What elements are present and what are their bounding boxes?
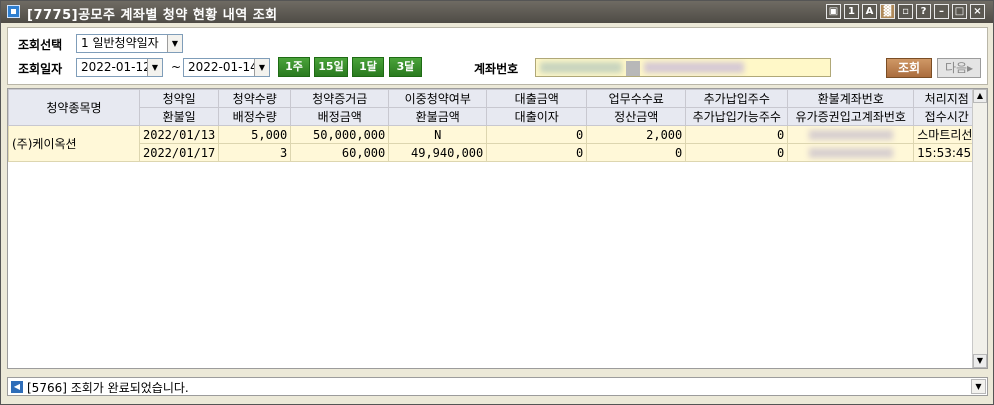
account-number-field[interactable] [535,58,831,77]
col-header[interactable]: 접수시간 [913,107,981,126]
col-header[interactable]: 대출이자 [486,107,588,126]
table-cell[interactable]: 5,000 [218,125,292,144]
table-row[interactable]: 2022/01/17 3 60,000 49,940,000 0 0 0 15:… [9,143,981,162]
table-cell[interactable]: 50,000,000 [290,125,390,144]
result-grid: 청약종목명 청약일 청약수량 청약증거금 이중청약여부 대출금액 업무수수료 추… [7,88,988,369]
redacted-value [808,148,893,158]
one-icon[interactable]: 1 [844,4,859,19]
period-1week-button[interactable]: 1주 [278,57,310,77]
stock-name-cell[interactable]: (주)케이옥션 [8,125,140,162]
col-header[interactable]: 배정금액 [290,107,390,126]
period-3months-button[interactable]: 3달 [389,57,422,77]
table-cell[interactable]: 2022/01/13 [138,125,220,144]
table-cell[interactable]: 0 [586,143,687,162]
col-header-stock-name[interactable]: 청약종목명 [8,89,140,126]
screen-icon[interactable]: ▣ [826,4,841,19]
table-cell[interactable]: 2,000 [586,125,687,144]
table-cell[interactable]: 2022/01/17 [138,143,220,162]
font-icon[interactable]: A [862,4,877,19]
vertical-scrollbar[interactable]: ▲ ▼ [972,89,987,368]
col-header[interactable]: 추가납입가능주수 [685,107,789,126]
query-type-value: 1 일반청약일자 [81,36,159,50]
table-cell[interactable]: N [388,125,488,144]
table-cell[interactable]: 60,000 [290,143,390,162]
redacted-cell[interactable] [787,125,915,144]
table-row[interactable]: (주)케이옥션 2022/01/13 5,000 50,000,000 N 0 … [8,125,981,162]
account-label: 계좌번호 [474,62,519,76]
status-message: [5766] 조회가 완료되었습니다. [27,381,189,395]
table-cell[interactable]: 0 [685,125,789,144]
chevron-down-icon[interactable]: ▼ [167,35,182,52]
calendar-dropdown-icon[interactable]: ▼ [147,59,162,76]
link-icon[interactable]: ▫ [898,4,913,19]
period-15days-button[interactable]: 15일 [314,57,348,77]
header-row-1: 청약종목명 청약일 청약수량 청약증거금 이중청약여부 대출금액 업무수수료 추… [8,89,981,126]
title-bar: [7775]공모주 계좌별 청약 현황 내역 조회 ▣ 1 A ▓ ▫ ? – … [1,1,993,23]
next-button[interactable]: 다음▸ [937,58,981,78]
date-to-input[interactable]: 2022-01-14 ▼ [183,58,270,77]
table-cell[interactable]: 15:53:45 [913,143,981,162]
header-row-2: 환불일 배정수량 배정금액 환불금액 대출이자 정산금액 추가납입가능주수 유가… [9,107,981,126]
redacted-value [808,130,893,140]
table-cell[interactable]: 49,940,000 [388,143,488,162]
title-buttons: ▣ 1 A ▓ ▫ ? – □ × [826,4,985,19]
window-title: [7775]공모주 계좌별 청약 현황 내역 조회 [27,8,278,23]
table-cell[interactable]: 3 [218,143,292,162]
query-type-label: 조회선택 [18,38,63,52]
col-header[interactable]: 청약수량 [218,89,292,108]
search-panel: 조회선택 1 일반청약일자 ▼ 조회일자 2022-01-12 ▼ ~ 2022… [7,27,988,85]
col-header[interactable]: 업무수수료 [586,89,687,108]
redacted-account-name [644,62,744,73]
date-from-input[interactable]: 2022-01-12 ▼ [76,58,163,77]
col-header[interactable]: 환불금액 [388,107,488,126]
col-header[interactable]: 청약증거금 [290,89,390,108]
table-cell[interactable]: 스마트리선 [913,125,981,144]
result-table: 청약종목명 청약일 청약수량 청약증거금 이중청약여부 대출금액 업무수수료 추… [8,89,981,162]
date-to-value: 2022-01-14 [188,60,258,74]
main-window: [7775]공모주 계좌별 청약 현황 내역 조회 ▣ 1 A ▓ ▫ ? – … [0,0,994,405]
help-icon[interactable]: ? [916,4,931,19]
calendar-dropdown-icon[interactable]: ▼ [254,59,269,76]
app-icon [7,5,20,18]
query-type-select[interactable]: 1 일반청약일자 ▼ [76,34,183,53]
message-icon: ◀ [11,381,23,393]
col-header[interactable]: 배정수량 [218,107,292,126]
minimize-icon[interactable]: – [934,4,949,19]
table-cell[interactable]: 0 [486,125,588,144]
query-date-label: 조회일자 [18,62,63,76]
lock-icon[interactable]: ▓ [880,4,895,19]
scroll-up-icon[interactable]: ▲ [973,89,987,103]
table-cell[interactable]: 0 [486,143,588,162]
col-header[interactable]: 정산금액 [586,107,687,126]
period-1month-button[interactable]: 1달 [352,57,384,77]
col-header[interactable]: 환불일 [138,107,220,126]
redacted-block [626,61,640,76]
date-separator: ~ [171,60,182,74]
redacted-account [540,62,622,73]
maximize-icon[interactable]: □ [952,4,967,19]
close-icon[interactable]: × [970,4,985,19]
redacted-cell[interactable] [787,143,915,162]
col-header[interactable]: 환불계좌번호 [787,89,915,108]
col-header[interactable]: 청약일 [138,89,220,108]
status-bar: ◀ [5766] 조회가 완료되었습니다. ▼ [7,377,988,396]
col-header[interactable]: 추가납입주수 [685,89,789,108]
chevron-down-icon[interactable]: ▼ [971,379,986,394]
col-header[interactable]: 대출금액 [486,89,588,108]
table-cell[interactable]: 0 [685,143,789,162]
col-header[interactable]: 처리지점 [913,89,981,108]
col-header[interactable]: 유가증권입고계좌번호 [787,107,915,126]
query-button[interactable]: 조회 [886,58,932,78]
date-from-value: 2022-01-12 [81,60,151,74]
scroll-down-icon[interactable]: ▼ [973,354,987,368]
col-header[interactable]: 이중청약여부 [388,89,488,108]
